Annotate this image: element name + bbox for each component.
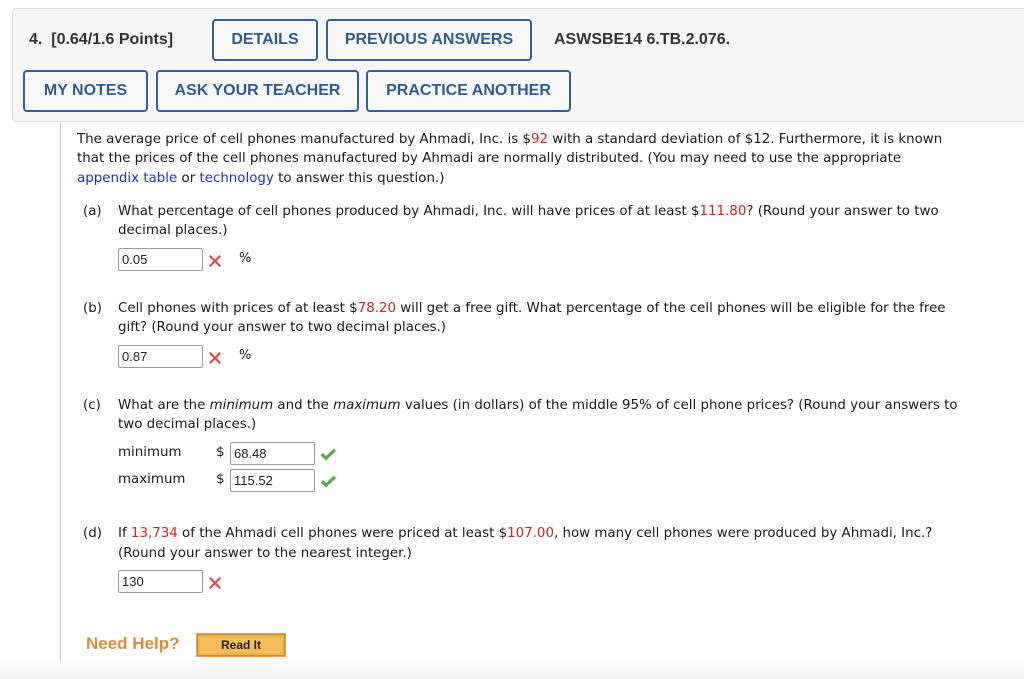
part-b-answer-input[interactable] [118, 345, 203, 368]
intro-text: with a standard deviation of $12. Furthe… [548, 132, 943, 147]
bottom-shadow [0, 660, 1024, 679]
part-d-value: 107.00 [507, 526, 554, 541]
previous-answers-button[interactable]: PREVIOUS ANSWERS [326, 19, 532, 61]
part-b-value: 78.20 [357, 301, 397, 316]
part-c-question-line-2: two decimal places.) [118, 417, 257, 432]
intro-line-3: appendix table or technology to answer t… [77, 169, 444, 189]
part-d-count: 13,734 [130, 526, 178, 541]
question-text: What are the [118, 398, 210, 413]
incorrect-x-icon [209, 577, 221, 589]
part-d-answer-input[interactable] [118, 570, 203, 593]
incorrect-x-icon [209, 352, 221, 364]
question-points: 4. [0.64/1.6 Points] [29, 31, 173, 49]
correct-check-icon [320, 475, 336, 488]
part-b-question-line-1: Cell phones with prices of at least $78.… [118, 299, 946, 319]
part-c-question-line-1: What are the minimum and the maximum val… [118, 396, 958, 416]
part-a-value: 111.80 [699, 204, 747, 219]
maximum-label: maximum [118, 472, 186, 487]
maximum-currency: $ [216, 472, 225, 487]
my-notes-button[interactable]: MY NOTES [23, 70, 148, 112]
part-a-unit: % [239, 251, 252, 266]
details-button[interactable]: DETAILS [212, 19, 318, 61]
part-a-answer-input[interactable] [118, 248, 203, 271]
emphasis-minimum: minimum [209, 398, 274, 413]
question-text: If [118, 526, 131, 541]
intro-text: or [177, 171, 200, 186]
ask-your-teacher-button[interactable]: ASK YOUR TEACHER [156, 70, 359, 112]
question-text: Cell phones with prices of at least $ [118, 301, 358, 316]
question-number: 4. [29, 31, 43, 48]
question-text: values (in dollars) of the middle 95% of… [400, 398, 958, 413]
intro-line-1: The average price of cell phones manufac… [77, 130, 942, 150]
intro-line-2: that the prices of the cell phones manuf… [77, 151, 902, 166]
intro-text: to answer this question.) [273, 171, 445, 186]
question-text: will get a free gift. What percentage of… [396, 301, 946, 316]
question-text: ? (Round your answer to two [746, 204, 939, 219]
question-text: , how many cell phones were produced by … [553, 526, 933, 541]
emphasis-maximum: maximum [333, 398, 401, 413]
correct-check-icon [320, 448, 336, 461]
part-b-unit: % [239, 348, 252, 363]
intro-text: The average price of cell phones manufac… [77, 132, 531, 147]
minimum-answer-input[interactable] [230, 442, 315, 465]
part-b-question-line-2: gift? (Round your answer to two decimal … [118, 320, 447, 335]
minimum-currency: $ [216, 445, 225, 460]
need-help-label: Need Help? [86, 634, 180, 653]
part-a-question-line-2: decimal places.) [118, 223, 228, 238]
appendix-table-link[interactable]: appendix table [77, 171, 177, 186]
part-d-question-line-2: (Round your answer to the nearest intege… [118, 546, 412, 561]
question-text: of the Ahmadi cell phones were priced at… [177, 526, 508, 541]
read-it-button[interactable]: Read It [197, 634, 285, 656]
incorrect-x-icon [209, 255, 221, 267]
part-d-question-line-1: If 13,734 of the Ahmadi cell phones were… [118, 524, 932, 544]
part-a-label: (a) [83, 204, 102, 219]
minimum-label: minimum [118, 445, 182, 460]
part-c-label: (c) [83, 398, 101, 413]
question-id: ASWSBE14 6.TB.2.076. [554, 31, 731, 48]
points-score: [0.64/1.6 Points] [51, 31, 174, 48]
technology-link[interactable]: technology [199, 171, 273, 186]
question-text: and the [273, 398, 334, 413]
question-text: What percentage of cell phones produced … [118, 204, 700, 219]
part-a-question-line-1: What percentage of cell phones produced … [118, 202, 939, 222]
part-d-label: (d) [83, 526, 102, 541]
practice-another-button[interactable]: PRACTICE ANOTHER [366, 70, 571, 112]
mean-value: 92 [530, 132, 549, 147]
maximum-answer-input[interactable] [230, 469, 315, 492]
content-left-border [60, 122, 61, 679]
part-b-label: (b) [83, 301, 102, 316]
